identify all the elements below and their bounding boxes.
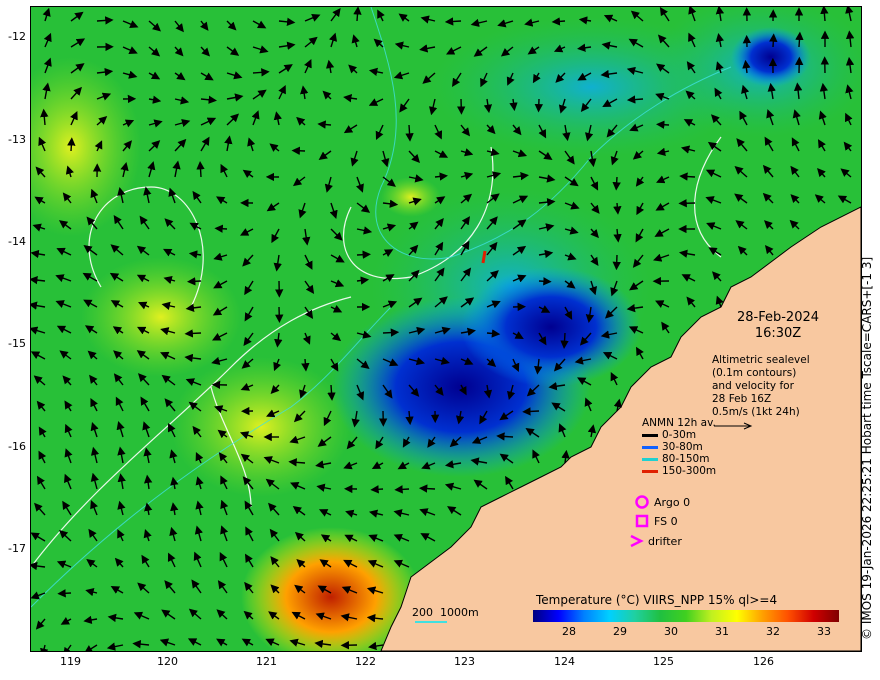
drifter-label: drifter (648, 534, 682, 548)
square-icon (635, 514, 649, 528)
cold-core (461, 267, 641, 387)
anmn-legend: ANMN 12h av. 0-30m 30-80m 80-150m 150-30… (612, 417, 716, 477)
lon-label: 124 (554, 655, 575, 668)
velocity-scale-text: 0.5m/s (1kt 24h) (712, 406, 800, 418)
colorbar-title: Temperature (°C) VIIRS_NPP 15% ql>=4 (536, 593, 778, 607)
velocity-arrow (679, 172, 696, 181)
velocity-arrow (612, 176, 621, 191)
lon-label: 119 (60, 655, 81, 668)
colorbar-tick: 31 (715, 625, 729, 638)
colorbar-tick: 30 (664, 625, 678, 638)
velocity-arrow (67, 137, 76, 152)
fs-legend: FS 0 (634, 513, 678, 529)
colorbar-tick: 32 (766, 625, 780, 638)
colorbar-ticks: 28 29 30 31 32 33 (533, 625, 839, 639)
anmn-item: 0-30m (642, 429, 716, 441)
velocity-arrow (486, 329, 501, 338)
depth-scale-label: 200 1000m (412, 606, 479, 619)
altimetry-line: Altimetric sealevel (712, 354, 810, 366)
depth-scale-line (415, 621, 447, 623)
lat-label: -17 (8, 542, 26, 555)
arrow-blue-icon (642, 445, 658, 449)
velocity-arrow (214, 224, 228, 233)
velocity-arrow (184, 329, 202, 338)
date-time-label: 28-Feb-2024 16:30Z (708, 310, 848, 342)
velocity-arrow (496, 432, 514, 441)
time-text: 16:30Z (754, 326, 802, 341)
chevron-right-icon (630, 534, 644, 548)
velocity-arrow (522, 407, 540, 416)
anmn-item: 150-300m (642, 465, 716, 477)
velocity-arrow (301, 358, 310, 372)
velocity-arrow (612, 254, 621, 271)
argo-legend: Argo 0 (634, 494, 690, 510)
anmn-item: 80-150m (642, 453, 716, 465)
anmn-item-label: 80-150m (662, 453, 710, 465)
velocity-arrow (327, 384, 336, 401)
velocity-arrow (353, 7, 362, 22)
anmn-item-label: 150-300m (662, 465, 717, 477)
arrow-black-icon (642, 433, 658, 437)
velocity-arrow (626, 95, 644, 104)
temperature-colorbar (533, 610, 839, 622)
anmn-item-label: 0-30m (662, 429, 697, 441)
lon-label: 120 (157, 655, 178, 668)
anmn-item: 30-80m (642, 441, 716, 453)
lat-label: -15 (8, 337, 26, 350)
anmn-item-label: 30-80m (662, 441, 703, 453)
colorbar-tick: 29 (613, 625, 627, 638)
arrow-cyan-icon (642, 457, 658, 461)
lat-label: -12 (8, 30, 26, 43)
anmn-arrow-red (481, 250, 487, 264)
date-text: 28-Feb-2024 (736, 310, 820, 325)
velocity-arrow (405, 410, 414, 426)
fs-label: FS 0 (654, 514, 678, 528)
colorbar-tick: 33 (817, 625, 831, 638)
altimetry-line: 0.5m/s (1kt 24h) (712, 406, 852, 419)
velocity-arrow (356, 250, 371, 259)
side-caption: © IMOS 19-Jan-2026 22:25:21 Hobart time … (860, 256, 874, 640)
velocity-arrow (656, 120, 670, 129)
lon-label: 125 (653, 655, 674, 668)
colorbar-tick: 28 (562, 625, 576, 638)
velocity-arrow (551, 17, 566, 26)
lon-label: 122 (355, 655, 376, 668)
yellow-patch (81, 257, 241, 377)
lat-label: -16 (8, 440, 26, 453)
velocity-arrow (370, 485, 384, 494)
lon-label: 123 (454, 655, 475, 668)
velocity-arrow (538, 277, 552, 286)
velocity-arrow (196, 161, 205, 178)
velocity-arrow (769, 33, 778, 48)
velocity-arrow (317, 120, 332, 129)
altimetry-note: Altimetric sealevel (0.1m contours) and … (712, 354, 852, 435)
altimetry-line: (0.1m contours) (712, 367, 797, 379)
velocity-arrow (394, 485, 410, 494)
altimetry-line: 28 Feb 16Z (712, 393, 772, 405)
lon-label: 126 (753, 655, 774, 668)
circle-icon (635, 495, 649, 509)
lat-label: -14 (8, 235, 26, 248)
drifter-legend: drifter (628, 533, 682, 549)
velocity-arrow (96, 16, 114, 25)
velocity-arrow (560, 332, 569, 349)
velocity-arrow (382, 328, 400, 337)
lon-label: 121 (256, 655, 277, 668)
argo-label: Argo 0 (654, 495, 691, 509)
anmn-title: ANMN 12h av. (642, 417, 716, 429)
velocity-arrow (57, 589, 72, 598)
velocity-arrow (405, 124, 414, 142)
velocity-arrow (444, 17, 462, 26)
lat-label: -13 (8, 133, 26, 146)
velocity-arrow (613, 202, 622, 215)
velocity-arrow (795, 31, 804, 48)
velocity-scale-arrow (714, 422, 753, 430)
velocity-arrow (187, 277, 202, 286)
arrow-red-icon (642, 469, 658, 473)
altimetry-line: and velocity for (712, 380, 794, 392)
velocity-arrow (418, 484, 436, 493)
